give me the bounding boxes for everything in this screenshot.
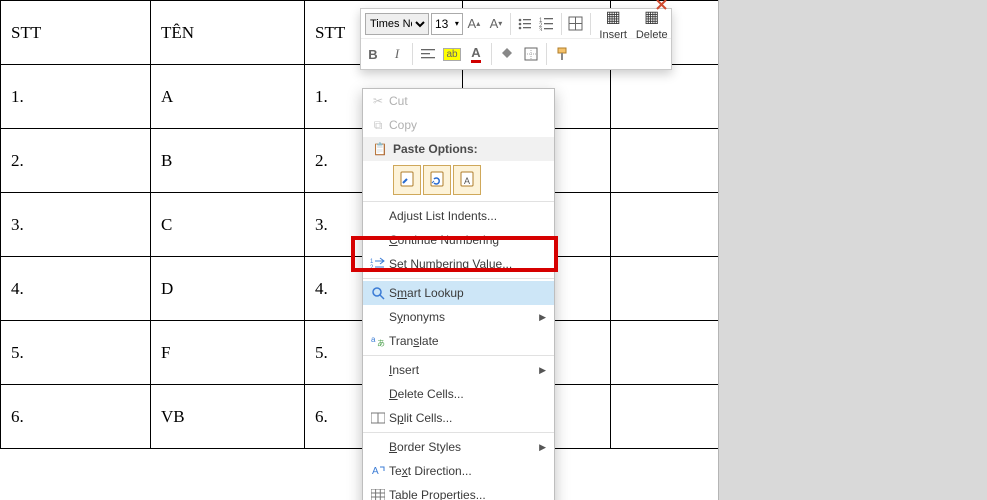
table-properties-icon [367, 489, 389, 500]
paste-options-row: A [363, 161, 554, 199]
paste-merge-button[interactable] [423, 165, 451, 195]
svg-text:3: 3 [539, 28, 543, 31]
cell-ext[interactable] [611, 257, 719, 321]
menu-translate[interactable]: aあ Translate [363, 329, 554, 353]
bullets-button[interactable] [514, 12, 536, 36]
format-painter-button[interactable] [550, 42, 574, 66]
submenu-arrow-icon: ▶ [539, 442, 546, 453]
shrink-font-button[interactable]: A▾ [485, 12, 507, 36]
cell-stt[interactable]: 4. [1, 257, 151, 321]
clipboard-icon: 📋 [369, 142, 391, 156]
align-left-button[interactable] [416, 42, 440, 66]
bold-button[interactable]: B [361, 42, 385, 66]
table-grid-button[interactable] [565, 12, 587, 36]
shading-button[interactable] [495, 42, 519, 66]
paste-keep-source-button[interactable] [393, 165, 421, 195]
svg-text:あ: あ [377, 339, 385, 348]
menu-synonyms[interactable]: Synonyms ▶ [363, 305, 554, 329]
menu-split-cells[interactable]: Split Cells... [363, 406, 554, 430]
cell-stt[interactable]: 2. [1, 129, 151, 193]
header-ten: TÊN [151, 1, 305, 65]
menu-smart-lookup[interactable]: Smart Lookup [363, 281, 554, 305]
header-stt: STT [1, 1, 151, 65]
translate-icon: aあ [367, 334, 389, 348]
page-margin [718, 0, 987, 500]
cell-ext[interactable] [611, 321, 719, 385]
font-name-select[interactable]: Times Ne [365, 13, 429, 35]
cell-ten[interactable]: VB [151, 385, 305, 449]
cell-ten[interactable]: A [151, 65, 305, 129]
cell-ext[interactable] [611, 65, 719, 129]
svg-text:A: A [464, 176, 470, 186]
paste-text-only-button[interactable]: A [453, 165, 481, 195]
submenu-arrow-icon: ▶ [539, 365, 546, 376]
cell-ext[interactable] [611, 193, 719, 257]
split-cells-icon [367, 412, 389, 424]
table-row: 6.VB6. [1, 385, 719, 449]
cell-stt[interactable]: 3. [1, 193, 151, 257]
menu-delete-cells[interactable]: Delete Cells... [363, 382, 554, 406]
cell-ten[interactable]: C [151, 193, 305, 257]
text-direction-icon: A [367, 464, 389, 478]
insert-button[interactable]: ▦ Insert [594, 0, 633, 51]
mini-toolbar: Times Ne 13▾ A▴ A▾ 123 ▦ Insert ▦ Delete… [360, 8, 672, 70]
highlight-button[interactable]: ab [440, 42, 464, 66]
font-size-select[interactable]: 13▾ [431, 13, 463, 35]
font-color-button[interactable]: A [464, 42, 488, 66]
cut-icon: ✂ [367, 94, 389, 108]
cell-ext[interactable] [611, 385, 719, 449]
table-row: 5.F5. [1, 321, 719, 385]
grow-font-button[interactable]: A▴ [463, 12, 485, 36]
menu-border-styles[interactable]: Border Styles ▶ [363, 435, 554, 459]
smart-lookup-icon [367, 286, 389, 300]
cell-stt[interactable]: 6. [1, 385, 151, 449]
cell-ten[interactable]: D [151, 257, 305, 321]
cell-ten[interactable]: F [151, 321, 305, 385]
menu-insert[interactable]: Insert ▶ [363, 358, 554, 382]
submenu-arrow-icon: ▶ [539, 312, 546, 323]
copy-icon: ⧉ [367, 118, 389, 133]
context-menu: ✂ Cut ⧉ Copy 📋 Paste Options: A Adjust L… [362, 88, 555, 500]
menu-cut: ✂ Cut [363, 89, 554, 113]
cell-ten[interactable]: B [151, 129, 305, 193]
table-row: 2.B2. [1, 129, 719, 193]
borders-button[interactable] [519, 42, 543, 66]
svg-text:a: a [371, 335, 376, 344]
paste-options-header: 📋 Paste Options: [363, 137, 554, 161]
menu-text-direction[interactable]: A Text Direction... [363, 459, 554, 483]
svg-text:A: A [372, 466, 379, 477]
cell-ext[interactable] [611, 129, 719, 193]
italic-button[interactable]: I [385, 42, 409, 66]
cell-stt[interactable]: 1. [1, 65, 151, 129]
table-row: 1.A1. [1, 65, 719, 129]
menu-adjust-list-indents[interactable]: Adjust List Indents... [363, 204, 554, 228]
cell-stt[interactable]: 5. [1, 321, 151, 385]
menu-table-properties[interactable]: Table Properties... [363, 483, 554, 500]
annotation-highlight [351, 236, 558, 272]
delete-button[interactable]: ▦ Delete [632, 0, 671, 51]
numbering-button[interactable]: 123 [536, 12, 558, 36]
menu-copy: ⧉ Copy [363, 113, 554, 137]
